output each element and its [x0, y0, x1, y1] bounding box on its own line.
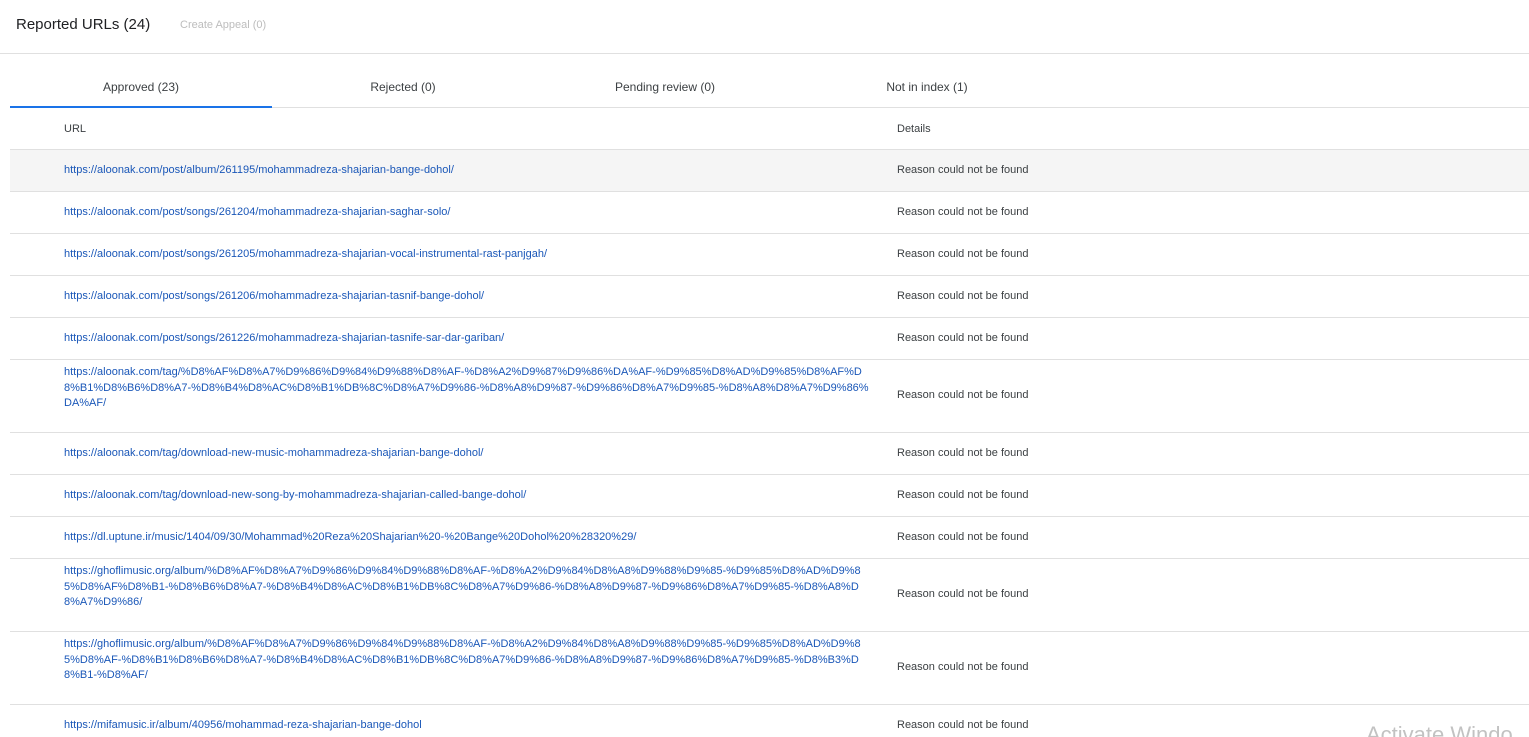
url-link[interactable]: https://aloonak.com/post/songs/261205/mo…: [64, 247, 874, 263]
url-link[interactable]: https://aloonak.com/tag/download-new-son…: [64, 488, 874, 504]
details-text: Reason could not be found: [897, 531, 1029, 543]
tab-pending-review[interactable]: Pending review (0): [534, 66, 796, 107]
details-text: Reason could not be found: [897, 489, 1029, 501]
url-link[interactable]: https://aloonak.com/post/album/261195/mo…: [64, 163, 874, 179]
page: Reported URLs (24) Create Appeal (0) App…: [0, 0, 1529, 737]
details-text: Reason could not be found: [897, 248, 1029, 260]
url-link[interactable]: https://aloonak.com/tag/%D8%AF%D8%A7%D9%…: [64, 365, 874, 412]
reported-urls-table: URL Details https://aloonak.com/post/alb…: [10, 108, 1529, 737]
url-link[interactable]: https://ghoflimusic.org/album/%D8%AF%D8%…: [64, 637, 874, 684]
table-row[interactable]: https://aloonak.com/tag/download-new-son…: [10, 475, 1529, 517]
details-text: Reason could not be found: [897, 389, 1029, 401]
table-row[interactable]: https://ghoflimusic.org/album/%D8%AF%D8%…: [10, 559, 1529, 632]
status-tab-bar: Approved (23) Rejected (0) Pending revie…: [10, 66, 1529, 108]
table-row[interactable]: https://aloonak.com/tag/download-new-mus…: [10, 433, 1529, 475]
details-text: Reason could not be found: [897, 588, 1029, 600]
table-row[interactable]: https://aloonak.com/post/songs/261204/mo…: [10, 192, 1529, 234]
table-header: URL Details: [10, 108, 1529, 150]
table-row[interactable]: https://mifamusic.ir/album/40956/mohamma…: [10, 705, 1529, 737]
top-tab-bar: Reported URLs (24) Create Appeal (0): [0, 0, 1529, 54]
details-text: Reason could not be found: [897, 206, 1029, 218]
column-header-details: Details: [897, 123, 931, 135]
details-text: Reason could not be found: [897, 164, 1029, 176]
table-row[interactable]: https://dl.uptune.ir/music/1404/09/30/Mo…: [10, 517, 1529, 559]
url-link[interactable]: https://aloonak.com/post/songs/261226/mo…: [64, 331, 874, 347]
details-text: Reason could not be found: [897, 447, 1029, 459]
table-row[interactable]: https://aloonak.com/post/songs/261206/mo…: [10, 276, 1529, 318]
tab-approved[interactable]: Approved (23): [10, 66, 272, 108]
details-text: Reason could not be found: [897, 290, 1029, 302]
url-link[interactable]: https://aloonak.com/tag/download-new-mus…: [64, 446, 874, 462]
url-link[interactable]: https://ghoflimusic.org/album/%D8%AF%D8%…: [64, 564, 874, 611]
table-row[interactable]: https://aloonak.com/tag/%D8%AF%D8%A7%D9%…: [10, 360, 1529, 433]
tab-create-appeal[interactable]: Create Appeal (0): [180, 19, 266, 31]
table-row[interactable]: https://aloonak.com/post/songs/261226/mo…: [10, 318, 1529, 360]
url-link[interactable]: https://dl.uptune.ir/music/1404/09/30/Mo…: [64, 530, 874, 546]
tab-reported-urls[interactable]: Reported URLs (24): [16, 16, 150, 33]
url-link[interactable]: https://aloonak.com/post/songs/261206/mo…: [64, 289, 874, 305]
details-text: Reason could not be found: [897, 661, 1029, 673]
column-header-url: URL: [64, 123, 87, 135]
details-text: Reason could not be found: [897, 332, 1029, 344]
url-link[interactable]: https://aloonak.com/post/songs/261204/mo…: [64, 205, 874, 221]
url-link[interactable]: https://mifamusic.ir/album/40956/mohamma…: [64, 718, 874, 734]
table-row[interactable]: https://ghoflimusic.org/album/%D8%AF%D8%…: [10, 632, 1529, 705]
tab-not-in-index[interactable]: Not in index (1): [796, 66, 1058, 107]
activation-watermark: Activate Windo: [1366, 722, 1513, 737]
table-row[interactable]: https://aloonak.com/post/songs/261205/mo…: [10, 234, 1529, 276]
table-row[interactable]: https://aloonak.com/post/album/261195/mo…: [10, 150, 1529, 192]
tab-rejected[interactable]: Rejected (0): [272, 66, 534, 107]
details-text: Reason could not be found: [897, 719, 1029, 731]
